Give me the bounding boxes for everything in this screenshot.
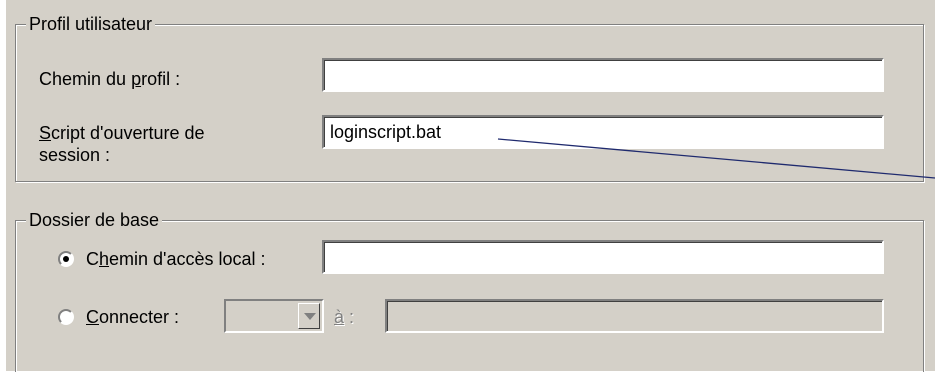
radio-selected-dot <box>63 256 69 262</box>
profile-path-input[interactable] <box>322 58 884 92</box>
profile-groupbox: Profil utilisateur Chemin du profil : Sc… <box>15 13 924 182</box>
dialog-panel: Profil utilisateur Chemin du profil : Sc… <box>6 0 935 372</box>
local-path-input[interactable] <box>322 240 884 274</box>
profile-group-title: Profil utilisateur <box>26 13 156 35</box>
logon-script-label: Script d'ouverture de session : <box>39 123 205 165</box>
logon-script-input[interactable]: loginscript.bat <box>322 115 884 149</box>
local-path-label[interactable]: Chemin d'accès local : <box>86 248 266 270</box>
home-folder-groupbox: Dossier de base Chemin d'accès local : C… <box>15 209 924 372</box>
connect-path-input[interactable] <box>385 299 884 333</box>
connect-radio[interactable] <box>58 309 74 325</box>
profile-path-label: Chemin du profil : <box>39 69 181 89</box>
logon-script-value: loginscript.bat <box>330 122 442 142</box>
connect-label[interactable]: Connecter : <box>86 306 179 328</box>
local-path-radio[interactable] <box>58 251 74 267</box>
chevron-down-icon <box>304 313 316 320</box>
home-folder-group-title: Dossier de base <box>26 209 163 231</box>
connect-to-label: à : <box>334 307 355 327</box>
drive-dropdown-button[interactable] <box>298 303 320 329</box>
drive-letter-select[interactable] <box>224 299 324 333</box>
